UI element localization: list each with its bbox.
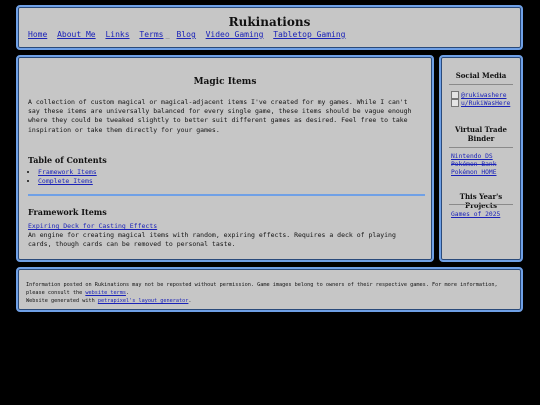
- sidebar-panel: Social Media @rukiwashere u/RukiWasHere …: [439, 55, 523, 262]
- expiring-deck-description: An engine for creating magical items wit…: [28, 231, 396, 248]
- layout-generator-link[interactable]: petrapixel's layout generator: [98, 298, 189, 304]
- broken-image-icon: [451, 99, 459, 107]
- social-link-label[interactable]: @rukiwashere: [461, 92, 507, 99]
- nav-blog[interactable]: Blog: [177, 30, 196, 39]
- site-title: Rukinations: [228, 15, 311, 29]
- trade-binder-heading: Virtual Trade Binder: [455, 125, 507, 143]
- nav-home[interactable]: Home: [28, 30, 47, 39]
- broken-image-icon: [451, 91, 459, 99]
- nav-links[interactable]: Links: [105, 30, 129, 39]
- footer-period: .: [188, 298, 192, 304]
- toc-list: Framework Items Complete Items: [28, 168, 97, 186]
- sidebar-divider: [449, 204, 513, 205]
- sidebar-divider: [449, 84, 513, 85]
- sidebar-divider: [449, 147, 513, 148]
- intro-paragraph: A collection of custom magical or magica…: [28, 98, 412, 134]
- website-terms-link[interactable]: website terms: [85, 290, 126, 296]
- toc-heading: Table of Contents: [28, 155, 107, 165]
- binder-link-pokemon-bank[interactable]: Pokémon Bank: [451, 161, 497, 168]
- projects-heading: This Year's Projects: [459, 192, 503, 210]
- expiring-deck-link[interactable]: Expiring Deck for Casting Effects: [28, 222, 157, 230]
- footer-period: .: [125, 290, 130, 296]
- page-title: Magic Items: [193, 77, 257, 87]
- social-link-label[interactable]: u/RukiWasHere: [461, 100, 510, 107]
- footer-line-generator: Website generated with petrapixel's layo…: [26, 297, 512, 305]
- footer-generated-text: Website generated with: [26, 298, 95, 304]
- header-panel: Rukinations Home About Me Links Terms _ B…: [16, 5, 523, 50]
- toc-item: Framework Items: [38, 168, 97, 177]
- framework-items-heading: Framework Items: [28, 207, 107, 217]
- section-divider: [28, 194, 425, 196]
- toc-link-framework-items[interactable]: Framework Items: [38, 168, 97, 176]
- projects-link-games-2025[interactable]: Games of 2025: [451, 211, 500, 218]
- toc-item: Complete Items: [38, 177, 97, 186]
- main-content-panel: Magic Items A collection of custom magic…: [16, 55, 434, 262]
- binder-link-pokemon-home[interactable]: Pokémon HOME: [451, 169, 497, 176]
- main-nav: Home About Me Links Terms _ Blog Video Ga…: [28, 30, 350, 39]
- nav-about-me[interactable]: About Me: [57, 30, 96, 39]
- social-link-u-rukiwashere[interactable]: u/RukiWasHere: [451, 99, 510, 107]
- binder-link-nintendo-ds[interactable]: Nintendo DS: [451, 153, 493, 160]
- nav-tabletop-gaming[interactable]: Tabletop Gaming: [273, 30, 345, 39]
- footer-line-terms: Information posted on Rukinations may no…: [26, 281, 512, 297]
- nav-separator: _: [165, 31, 170, 39]
- footer-text: Information posted on Rukinations may no…: [26, 281, 512, 305]
- social-media-heading: Social Media: [455, 71, 507, 80]
- social-link-rukiwashere[interactable]: @rukiwashere: [451, 91, 507, 99]
- footer-panel: Information posted on Rukinations may no…: [16, 267, 523, 312]
- nav-terms[interactable]: Terms: [139, 30, 163, 39]
- toc-link-complete-items[interactable]: Complete Items: [38, 177, 93, 185]
- nav-video-gaming[interactable]: Video Gaming: [206, 30, 264, 39]
